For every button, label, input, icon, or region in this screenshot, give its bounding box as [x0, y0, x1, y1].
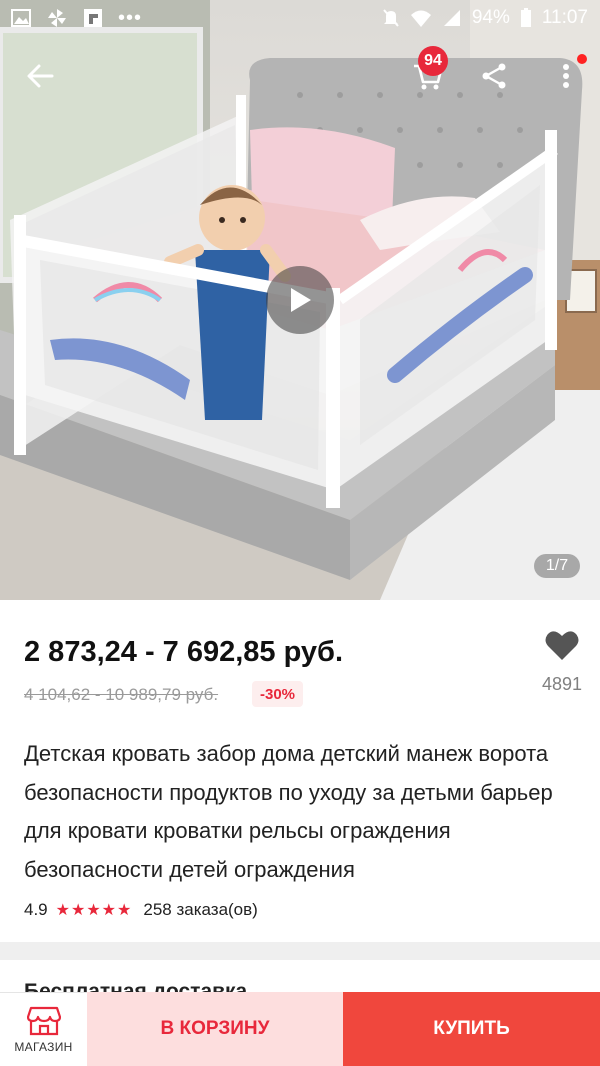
image-notification-icon	[11, 9, 31, 27]
more-notifications-icon: •••	[118, 6, 143, 29]
notification-dot	[577, 54, 587, 64]
share-button[interactable]	[474, 56, 514, 96]
discount-badge: -30%	[252, 681, 304, 707]
orders-count: 258 заказа(ов)	[143, 900, 258, 919]
add-to-cart-button[interactable]: В КОРЗИНУ	[87, 992, 343, 1066]
pinwheel-notification-icon	[48, 9, 66, 27]
play-video-button[interactable]	[266, 266, 334, 334]
status-clock: 11:07	[541, 7, 588, 28]
bottom-action-bar: МАГАЗИН В КОРЗИНУ КУПИТЬ	[0, 992, 600, 1066]
star-icon: ★	[101, 902, 117, 919]
store-button-label: МАГАЗИН	[14, 1039, 73, 1054]
product-price: 2 873,24 - 7 692,85 руб.	[24, 636, 344, 668]
back-button[interactable]	[20, 56, 60, 96]
star-icon: ★	[117, 902, 132, 919]
rating-value: 4.9	[24, 900, 48, 919]
play-icon	[291, 288, 311, 312]
silent-mode-icon	[383, 9, 399, 27]
product-title: Детская кровать забор дома детский манеж…	[24, 741, 553, 882]
star-icon: ★	[55, 902, 70, 919]
share-icon	[482, 63, 506, 89]
battery-icon	[520, 8, 531, 27]
product-image[interactable]: ••• 94% 11:07 94 1/7	[0, 0, 600, 600]
kebab-menu-icon	[563, 64, 569, 88]
signal-icon	[443, 10, 460, 26]
buy-now-button[interactable]: КУПИТЬ	[343, 992, 600, 1066]
wishlist-count: 4891	[541, 674, 583, 694]
arrow-left-icon	[27, 64, 54, 88]
cart-count-badge: 94	[418, 46, 448, 76]
wifi-icon	[410, 10, 431, 27]
original-price: 4 104,62 - 10 989,79 руб.	[24, 685, 219, 704]
star-icon: ★	[70, 902, 86, 919]
section-divider	[0, 942, 600, 960]
flipboard-notification-icon	[84, 9, 102, 27]
store-icon	[26, 1006, 61, 1035]
rating-stars: ★ ★ ★ ★ ★	[56, 900, 132, 920]
status-bar: ••• 94% 11:07	[0, 0, 600, 36]
wishlist-heart-icon[interactable]	[544, 628, 580, 664]
rating-row[interactable]: 4.9 ★ ★ ★ ★ ★ 258 заказа(ов)	[24, 900, 258, 920]
store-button[interactable]: МАГАЗИН	[0, 992, 87, 1066]
image-counter: 1/7	[534, 554, 580, 578]
star-icon: ★	[86, 902, 101, 919]
battery-percentage: 94%	[471, 7, 510, 28]
